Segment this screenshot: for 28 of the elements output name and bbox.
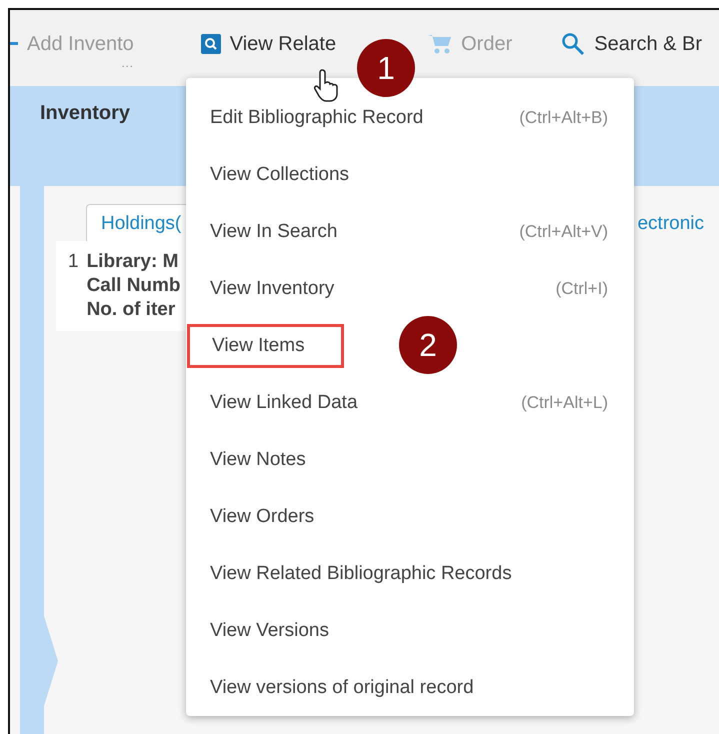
menu-item[interactable]: View In Search [210,221,338,244]
search-icon [200,34,221,54]
record-field: Library: M [86,251,207,273]
section-title: Inventory [40,102,130,124]
menu-item[interactable]: View Inventory [210,278,334,300]
row-number: 1 [68,251,79,274]
ellipsis: ... [122,58,134,70]
menu-item[interactable]: View Related Bibliographic Records [210,562,512,585]
menu-item[interactable]: View versions of original record [210,676,474,699]
menu-item[interactable]: Edit Bibliographic Record [210,107,424,130]
record-field: No. of iter [86,299,207,321]
menu-item[interactable]: View Orders [210,506,314,528]
shortcut-hint: (Ctrl+Alt+V) [519,222,608,242]
toolbar-button[interactable]: Search & Br [561,28,702,60]
shortcut-hint: (Ctrl+I) [556,279,608,300]
menu-item[interactable]: View Notes [210,448,306,471]
search-icon [561,32,586,56]
menu-item[interactable]: View Linked Data [210,392,358,414]
shortcut-hint: (Ctrl+Alt+L) [521,392,608,413]
tab[interactable]: ectronic [622,204,719,241]
menu-item[interactable]: View Collections [210,164,350,186]
record-field: Call Numb [86,275,207,297]
toolbar-button[interactable]: View Relate [200,28,336,60]
cart-icon [428,33,452,55]
shortcut-hint: (Ctrl+Alt+B) [519,108,608,128]
menu-item[interactable]: View Items [190,327,341,366]
menu-item[interactable]: View Versions [210,620,329,642]
dash-icon [10,42,18,46]
